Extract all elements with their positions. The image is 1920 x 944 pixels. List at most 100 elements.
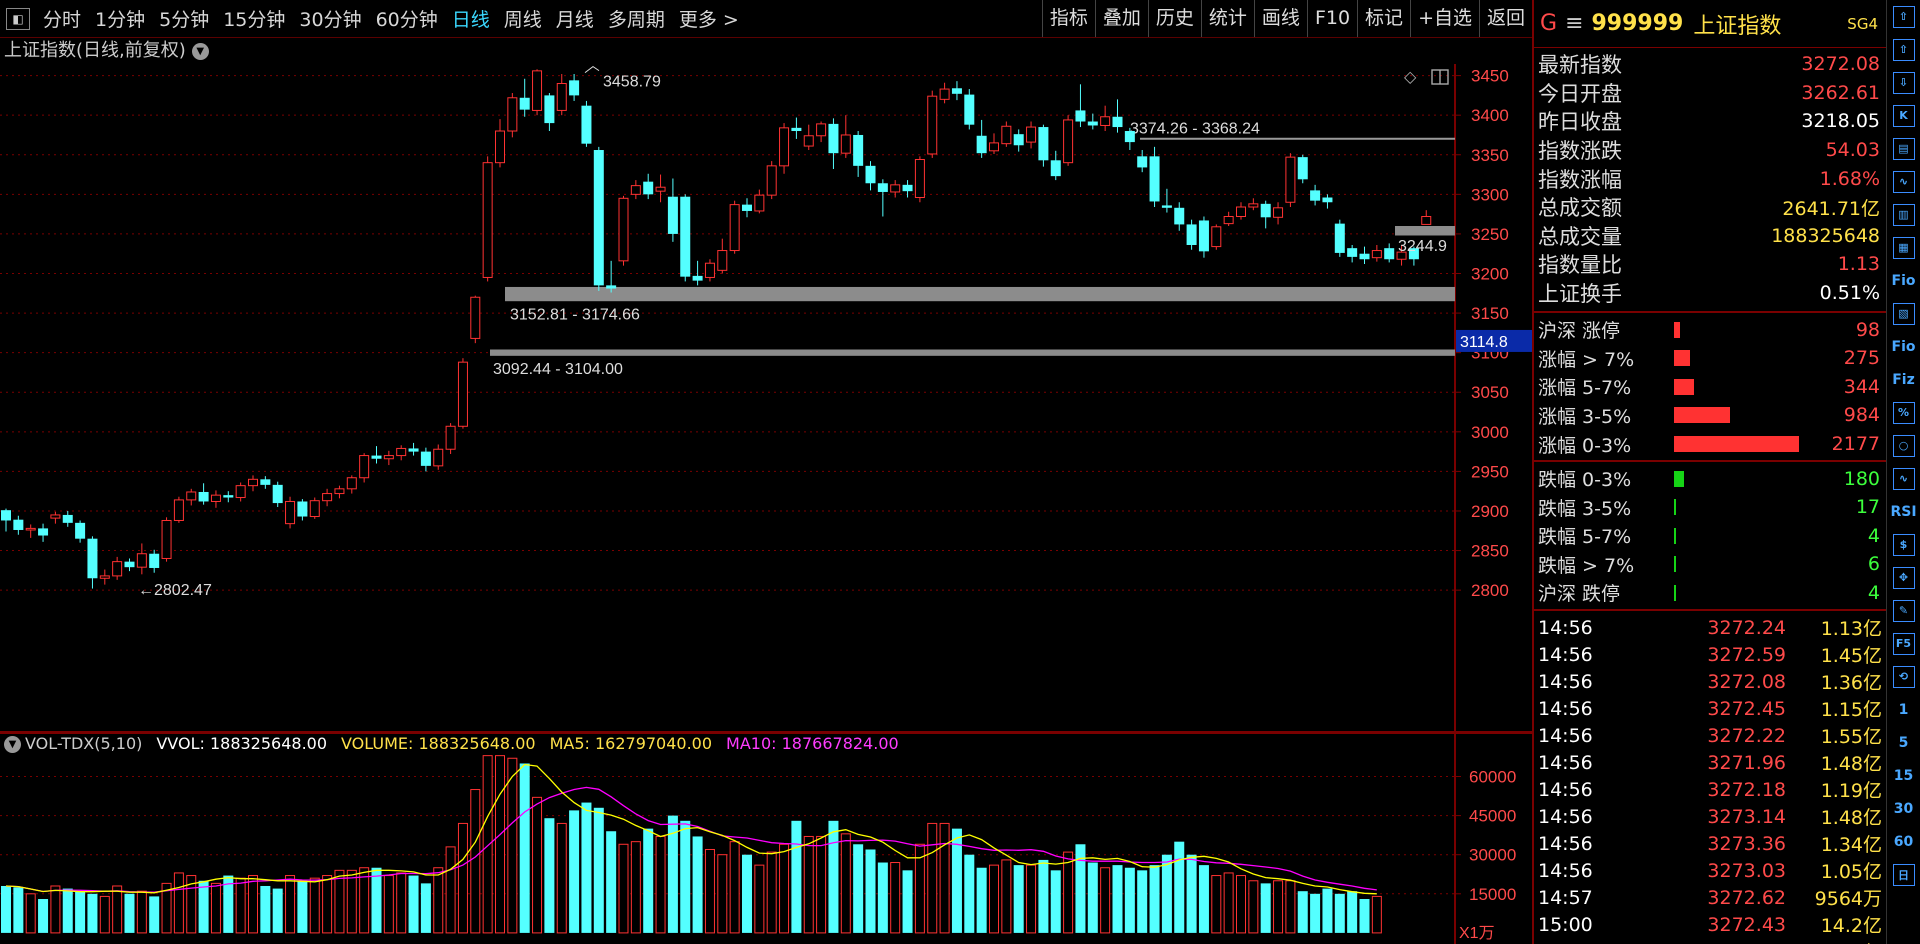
candle[interactable] (334, 485, 345, 499)
candle[interactable] (149, 549, 160, 573)
candle[interactable] (1161, 188, 1172, 213)
tick-list[interactable]: 14:56 3272.24 1.13亿 14:56 3272.59 1.45亿 14:56 3… (1534, 611, 1886, 944)
candle[interactable] (1186, 219, 1197, 250)
candle[interactable] (260, 476, 271, 489)
candle[interactable] (680, 194, 691, 282)
candle[interactable] (25, 524, 36, 538)
day-icon[interactable]: 日 (1890, 858, 1918, 891)
candle[interactable] (1063, 115, 1074, 166)
candle[interactable] (779, 123, 790, 174)
tab-period[interactable]: 60分钟 (369, 5, 445, 32)
candle[interactable] (210, 490, 221, 508)
candle[interactable] (383, 450, 394, 466)
toolbar-button[interactable]: 统计 (1200, 0, 1254, 37)
candle[interactable] (1236, 202, 1246, 220)
candle[interactable] (1112, 99, 1123, 133)
fund-icon[interactable]: Fio (1890, 264, 1918, 297)
candle[interactable] (99, 569, 110, 585)
candle[interactable] (964, 89, 975, 130)
candle[interactable] (655, 174, 666, 203)
home-icon[interactable]: ⇧ (1890, 0, 1918, 33)
candle[interactable] (198, 483, 209, 505)
percent-icon[interactable]: % (1890, 396, 1918, 429)
candle[interactable] (532, 69, 543, 116)
candle[interactable] (544, 93, 555, 132)
candle[interactable] (1174, 202, 1185, 231)
period-15-icon[interactable]: 15 (1890, 759, 1918, 792)
diamond-icon[interactable]: ◇ (1404, 67, 1417, 86)
candle[interactable] (519, 78, 530, 117)
candle[interactable] (420, 447, 431, 472)
candle[interactable] (1322, 194, 1333, 209)
candle[interactable] (1087, 113, 1098, 130)
candle[interactable] (692, 260, 703, 286)
candle[interactable] (396, 445, 407, 461)
period-60-icon[interactable]: 60 (1890, 825, 1918, 858)
book-icon[interactable]: ▧ (1890, 297, 1918, 330)
candle[interactable] (495, 119, 505, 168)
toolbar-button[interactable]: 叠加 (1094, 0, 1148, 37)
dollar-icon[interactable]: $ (1890, 528, 1918, 561)
tab-period[interactable]: 15分钟 (216, 5, 292, 32)
candle[interactable] (1223, 211, 1234, 227)
candle[interactable] (742, 198, 752, 218)
window-toggle-icon[interactable]: ◧ (6, 7, 30, 30)
candle[interactable] (643, 173, 654, 200)
tab-period[interactable]: 更多 > (672, 5, 746, 32)
candle[interactable] (445, 423, 456, 454)
candle[interactable] (186, 488, 197, 506)
period-30-icon[interactable]: 30 (1890, 792, 1918, 825)
candle[interactable] (630, 180, 641, 200)
circle-icon[interactable]: ○ (1890, 429, 1918, 462)
candle[interactable] (927, 90, 938, 158)
candle[interactable] (729, 200, 740, 254)
candle[interactable] (803, 124, 814, 151)
candle[interactable] (124, 558, 135, 572)
toolbar-button[interactable]: 画线 (1253, 0, 1307, 37)
candle[interactable] (50, 511, 61, 524)
candle[interactable] (1, 508, 11, 532)
up-arrow-icon[interactable]: ⇧ (1890, 33, 1918, 66)
candle[interactable] (1347, 245, 1358, 263)
candle[interactable] (606, 260, 617, 293)
grid-icon[interactable]: ▦ (1890, 231, 1918, 264)
candle[interactable] (853, 131, 864, 177)
chevron-down-icon[interactable]: ▼ (191, 42, 209, 60)
candle[interactable] (877, 179, 888, 217)
candle[interactable] (161, 517, 172, 562)
candle[interactable] (359, 453, 370, 483)
candle[interactable] (482, 156, 493, 282)
rsi-icon[interactable]: RSI (1890, 495, 1918, 528)
table-icon[interactable]: ▤ (1890, 132, 1918, 165)
candle[interactable] (1297, 154, 1308, 184)
candle[interactable] (791, 117, 802, 139)
candle[interactable] (1273, 202, 1284, 225)
candle[interactable] (457, 358, 468, 429)
candle[interactable] (470, 295, 481, 344)
candle[interactable] (890, 180, 901, 198)
candle[interactable] (248, 475, 258, 492)
candle[interactable] (581, 100, 592, 147)
candle[interactable] (1359, 246, 1370, 265)
wave-icon[interactable]: ∿ (1890, 462, 1918, 495)
candle[interactable] (1198, 216, 1209, 258)
period-1-icon[interactable]: 1 (1890, 693, 1918, 726)
candle[interactable] (704, 259, 715, 282)
candle[interactable] (1137, 150, 1148, 173)
candle[interactable] (1001, 121, 1012, 147)
tab-period[interactable]: 日线 (445, 5, 497, 32)
candle[interactable] (754, 189, 765, 214)
candle[interactable] (569, 74, 580, 101)
candle[interactable] (13, 515, 24, 535)
candle[interactable] (1285, 153, 1296, 208)
candle[interactable] (1371, 245, 1382, 262)
candle-icon[interactable]: ▥ (1890, 198, 1918, 231)
candle[interactable] (1310, 184, 1321, 206)
candle[interactable] (939, 82, 950, 104)
candle[interactable] (87, 536, 98, 589)
candle[interactable] (1038, 124, 1049, 167)
candle[interactable] (840, 115, 851, 158)
toolbar-button[interactable]: 指标 (1041, 0, 1095, 37)
trend-icon[interactable]: ∿ (1890, 165, 1918, 198)
candle[interactable] (173, 496, 184, 523)
